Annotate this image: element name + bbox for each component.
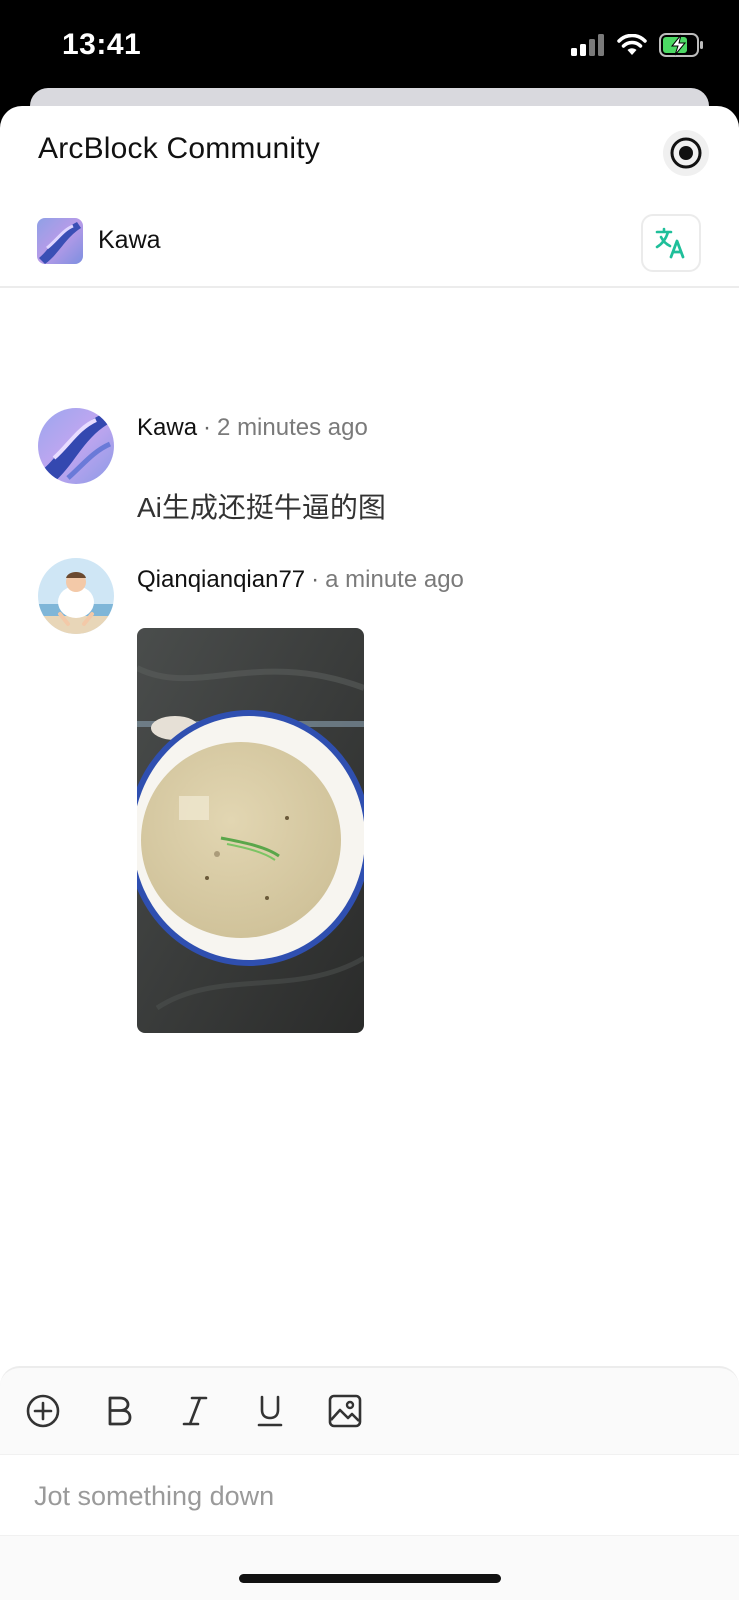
italic-icon xyxy=(182,1396,208,1426)
battery-charging-icon xyxy=(659,32,705,62)
translate-button[interactable] xyxy=(641,214,701,272)
message-meta: Qianqianqian77 · a minute ago xyxy=(137,566,464,594)
message-input[interactable] xyxy=(32,1473,702,1519)
status-time: 13:41 xyxy=(62,28,142,61)
underline-button[interactable] xyxy=(251,1392,289,1430)
translate-icon xyxy=(655,227,685,259)
chat-sheet: ArcBlock Community Kawa Kawa · 2 minutes… xyxy=(0,106,739,1600)
avatar[interactable] xyxy=(38,408,114,484)
message-time: a minute ago xyxy=(325,566,464,593)
record-icon xyxy=(670,137,702,169)
channel-bar: Kawa xyxy=(0,196,739,288)
underline-icon xyxy=(257,1395,283,1427)
page-title: ArcBlock Community xyxy=(38,132,320,165)
channel-avatar[interactable] xyxy=(37,218,83,264)
message-item: Kawa · 2 minutes ago Ai生成还挺牛逼的图 xyxy=(0,406,739,536)
italic-button[interactable] xyxy=(176,1392,214,1430)
home-indicator[interactable] xyxy=(239,1574,501,1583)
avatar[interactable] xyxy=(38,558,114,634)
message-author[interactable]: Kawa xyxy=(137,414,197,441)
sheet-header: ArcBlock Community xyxy=(0,106,739,196)
message-meta: Kawa · 2 minutes ago xyxy=(137,414,368,442)
insert-image-button[interactable] xyxy=(326,1392,364,1430)
message-composer xyxy=(0,1366,739,1600)
cellular-signal-icon xyxy=(571,33,605,61)
add-icon xyxy=(26,1394,60,1428)
message-item: Qianqianqian77 · a minute ago xyxy=(0,558,739,1038)
record-button[interactable] xyxy=(663,130,709,176)
message-text: Ai生成还挺牛逼的图 xyxy=(137,492,386,523)
channel-name[interactable]: Kawa xyxy=(98,226,161,255)
bold-button[interactable] xyxy=(100,1392,138,1430)
status-bar: 13:41 xyxy=(0,0,739,96)
formatting-toolbar xyxy=(0,1368,739,1454)
meta-separator: · xyxy=(311,566,320,593)
image-icon xyxy=(328,1394,362,1428)
message-input-area xyxy=(0,1454,739,1536)
bold-icon xyxy=(108,1396,132,1426)
add-button[interactable] xyxy=(24,1392,62,1430)
wifi-icon xyxy=(617,33,647,61)
meta-separator: · xyxy=(203,414,212,441)
message-author[interactable]: Qianqianqian77 xyxy=(137,566,305,593)
message-photo[interactable] xyxy=(137,628,364,1033)
message-time: 2 minutes ago xyxy=(217,414,368,441)
status-icons xyxy=(571,32,705,62)
